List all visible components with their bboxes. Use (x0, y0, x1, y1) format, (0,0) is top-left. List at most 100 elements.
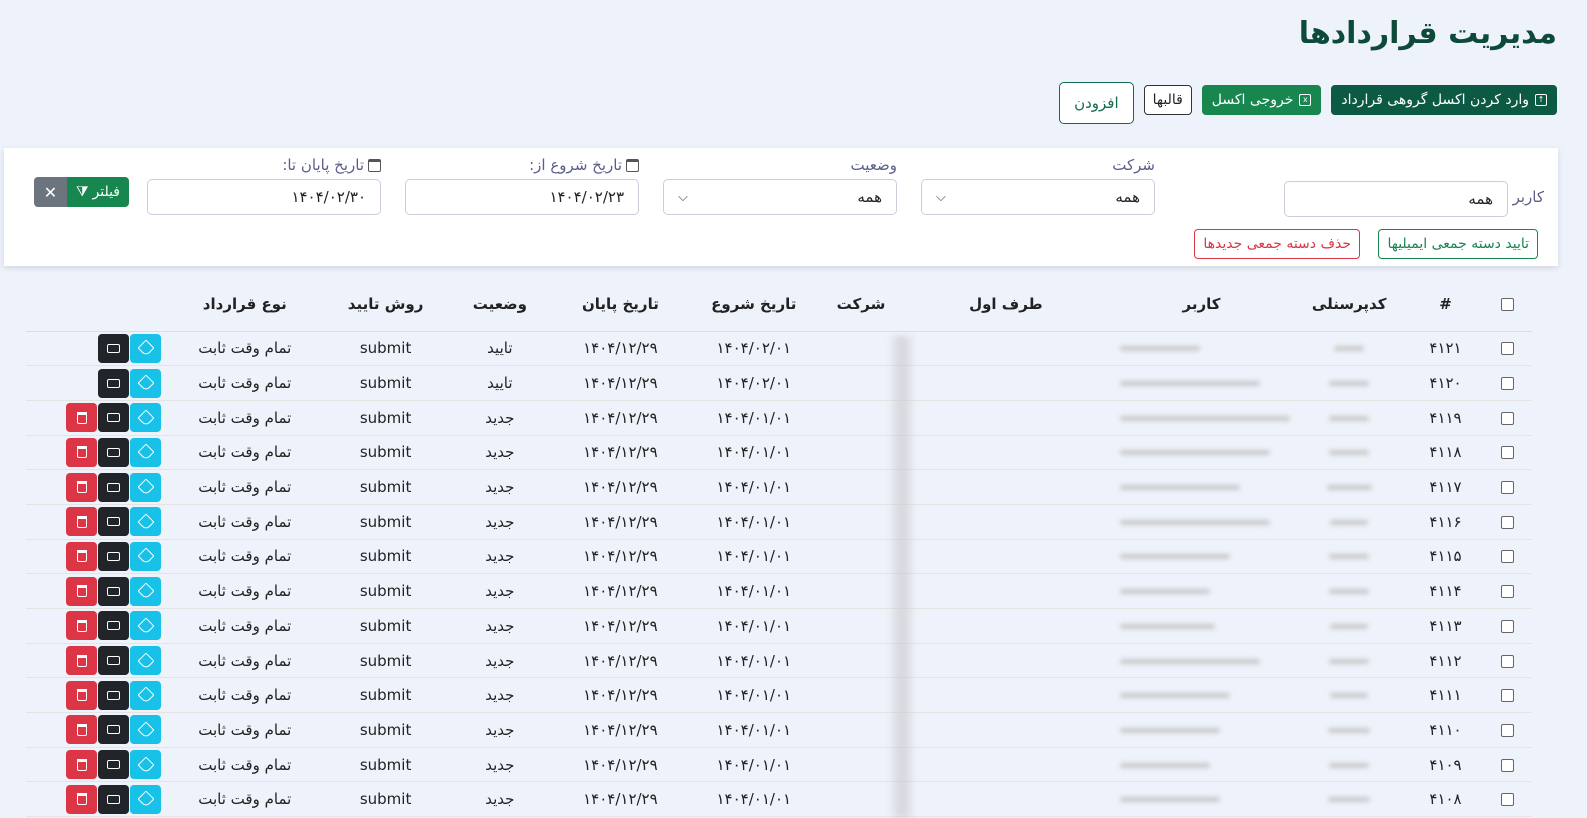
approval-method-cell: submit (328, 573, 443, 609)
page-title: مدیریت قراردادها (1298, 16, 1557, 51)
printer-icon (107, 447, 120, 457)
edit-button[interactable] (130, 472, 161, 502)
row-checkbox[interactable] (1500, 654, 1514, 668)
row-checkbox[interactable] (1500, 446, 1514, 460)
delete-button[interactable] (66, 507, 97, 537)
table-row: ۴۱۰۸ ۱۴۰۴/۰۱/۰۱ ۱۴۰۴/۱۲/۲۹ جدید submit ت… (26, 781, 1532, 818)
edit-button[interactable] (130, 715, 161, 745)
delete-button[interactable] (66, 403, 97, 433)
row-select-cell (1482, 712, 1532, 748)
table-row: ۴۱۱۲ ۱۴۰۴/۰۱/۰۱ ۱۴۰۴/۱۲/۲۹ جدید submit ت… (26, 643, 1532, 679)
edit-button[interactable] (130, 403, 161, 433)
status-cell: جدید (442, 469, 557, 505)
row-select-cell (1482, 504, 1532, 540)
row-checkbox[interactable] (1500, 619, 1514, 633)
first-party-cell (898, 677, 1114, 714)
row-checkbox[interactable] (1500, 689, 1514, 703)
print-button[interactable] (98, 750, 129, 780)
row-select-cell (1482, 365, 1532, 401)
company-filter-select[interactable]: همه ⌵ (921, 179, 1155, 215)
delete-button[interactable] (66, 750, 97, 780)
row-checkbox[interactable] (1500, 377, 1514, 391)
delete-button[interactable] (66, 437, 97, 467)
contract-type-cell: تمام وقت ثابت (161, 331, 329, 367)
column-header: طرف اول (898, 278, 1114, 332)
status-filter-label: وضعیت (850, 156, 897, 174)
edit-button[interactable] (130, 784, 161, 814)
delete-button[interactable] (66, 680, 97, 710)
bulk-delete-button[interactable]: حذف دسته جمعی جدیدها (1194, 229, 1360, 259)
table-row: ۴۱۱۸ ۱۴۰۴/۰۱/۰۱ ۱۴۰۴/۱۲/۲۹ جدید submit ت… (26, 435, 1532, 471)
row-checkbox[interactable] (1500, 723, 1514, 737)
start-date-input[interactable]: ۱۴۰۴/۰۲/۲۳ (405, 179, 639, 215)
edit-button[interactable] (130, 680, 161, 710)
print-button[interactable] (98, 472, 129, 502)
edit-button[interactable] (130, 333, 161, 363)
end-date-cell: ۱۴۰۴/۱۲/۲۹ (557, 400, 684, 436)
delete-button[interactable] (66, 472, 97, 502)
contract-type-cell: تمام وقت ثابت (161, 677, 329, 714)
row-id: ۴۱۱۶ (1408, 504, 1483, 540)
row-checkbox[interactable] (1500, 585, 1514, 599)
import-excel-button[interactable]: ↑ وارد کردن اکسل گروهی قرارداد (1331, 85, 1557, 115)
personnel-code-cell (1289, 539, 1409, 575)
trash-icon (76, 689, 87, 702)
delete-button[interactable] (66, 576, 97, 606)
edit-button[interactable] (130, 541, 161, 571)
print-button[interactable] (98, 784, 129, 814)
user-cell (1113, 400, 1290, 436)
pencil-icon (137, 582, 154, 600)
print-button[interactable] (98, 715, 129, 745)
export-excel-button[interactable]: x خروجی اکسل (1201, 85, 1322, 115)
start-date-cell: ۱۴۰۴/۰۱/۰۱ (683, 608, 824, 644)
edit-button[interactable] (130, 611, 161, 641)
row-checkbox[interactable] (1500, 342, 1514, 356)
delete-button[interactable] (66, 784, 97, 814)
delete-button[interactable] (66, 715, 97, 745)
filter-button[interactable]: ⧩ فیلتر (67, 177, 130, 207)
print-button[interactable] (98, 507, 129, 537)
templates-button[interactable]: قالبها (1143, 85, 1192, 115)
print-button[interactable] (98, 541, 129, 571)
edit-button[interactable] (130, 437, 161, 467)
redacted-text (1119, 519, 1270, 525)
delete-button[interactable] (66, 611, 97, 641)
print-button[interactable] (98, 403, 129, 433)
filter-panel: کاربر همه شرکت همه ⌵ وضعیت همه ⌵ تاریخ شرو… (4, 148, 1558, 266)
redacted-text (1119, 450, 1270, 456)
row-checkbox[interactable] (1500, 758, 1514, 772)
clear-filter-button[interactable]: ✕ (34, 177, 67, 207)
print-button[interactable] (98, 437, 129, 467)
column-header: # (1408, 278, 1483, 332)
edit-button[interactable] (130, 507, 161, 537)
print-button[interactable] (98, 680, 129, 710)
row-id: ۴۱۰۹ (1408, 747, 1483, 783)
print-button[interactable] (98, 576, 129, 606)
add-button[interactable]: افزودن (1059, 82, 1134, 124)
print-button[interactable] (98, 611, 129, 641)
end-date-input[interactable]: ۱۴۰۴/۰۲/۳۰ (147, 179, 381, 215)
bulk-approve-button[interactable]: تایید دسته جمعی ایمیلیها (1378, 229, 1538, 259)
upload-icon: ↑ (1535, 94, 1547, 106)
print-button[interactable] (98, 368, 129, 398)
row-checkbox[interactable] (1500, 481, 1514, 495)
row-checkbox[interactable] (1500, 793, 1514, 807)
start-date-cell: ۱۴۰۴/۰۲/۰۱ (683, 331, 824, 367)
edit-button[interactable] (130, 368, 161, 398)
status-filter-select[interactable]: همه ⌵ (663, 179, 897, 215)
print-button[interactable] (98, 646, 129, 676)
user-filter-input[interactable]: همه (1284, 181, 1508, 217)
edit-button[interactable] (130, 576, 161, 606)
delete-button[interactable] (66, 646, 97, 676)
row-checkbox[interactable] (1500, 550, 1514, 564)
row-checkbox[interactable] (1500, 411, 1514, 425)
redacted-text (1119, 762, 1210, 768)
edit-button[interactable] (130, 646, 161, 676)
print-button[interactable] (98, 333, 129, 363)
approval-method-cell: submit (328, 331, 443, 367)
delete-button[interactable] (66, 541, 97, 571)
edit-button[interactable] (130, 750, 161, 780)
redacted-text (1119, 346, 1200, 352)
row-checkbox[interactable] (1500, 515, 1514, 529)
select-all-checkbox[interactable] (1500, 298, 1514, 312)
